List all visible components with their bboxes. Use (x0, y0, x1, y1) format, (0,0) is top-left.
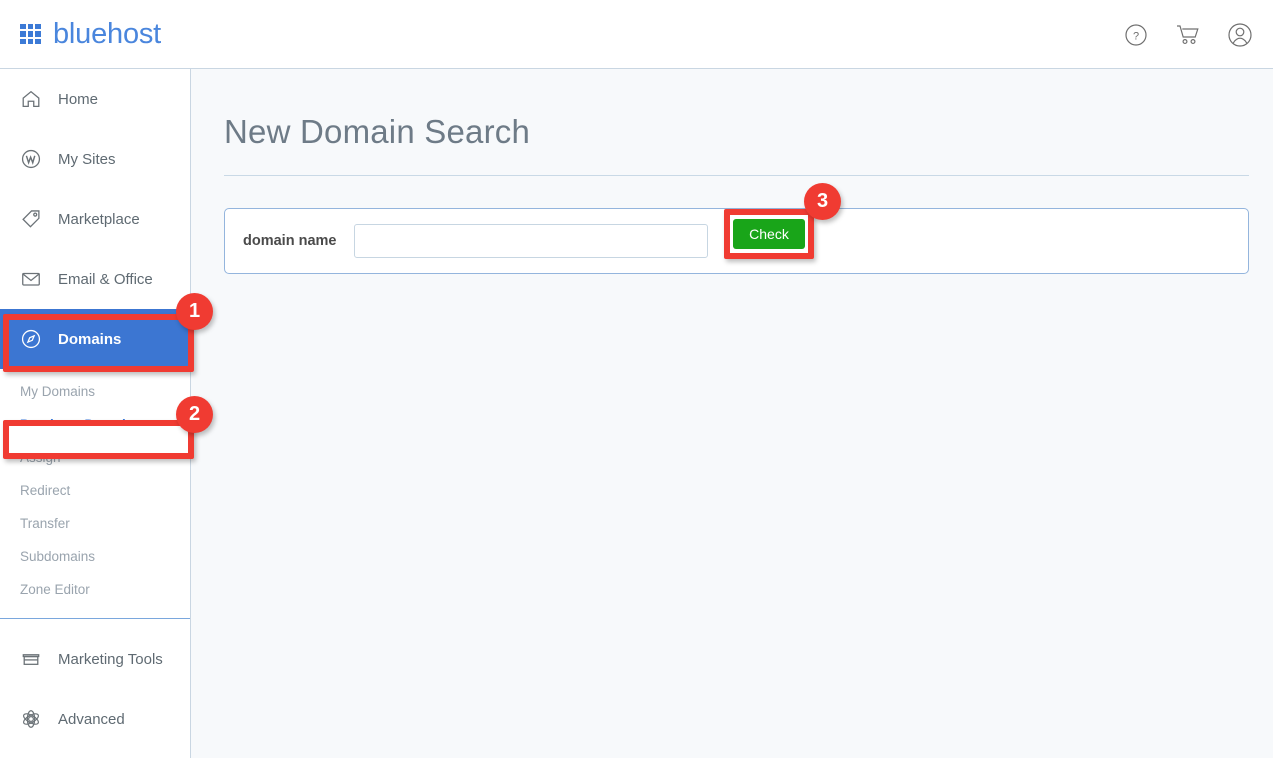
sidebar-item-marketplace[interactable]: Marketplace (0, 189, 190, 249)
envelope-icon (20, 267, 46, 291)
check-button-highlighted[interactable]: Check (733, 219, 805, 249)
sidebar-item-advanced[interactable]: Advanced (0, 689, 190, 749)
brand-name: bluehost (53, 17, 162, 50)
submenu-item-my-domains[interactable]: My Domains (0, 375, 190, 408)
sidebar-item-label: Marketing Tools (58, 650, 163, 668)
sidebar-divider (0, 618, 190, 619)
cart-icon[interactable] (1173, 20, 1203, 50)
title-divider (224, 175, 1249, 176)
sidebar: Home My Sites Marketplace Email & Office… (0, 69, 191, 758)
main-content: New Domain Search domain name Check (191, 69, 1273, 758)
domain-name-label: domain name (243, 233, 337, 249)
submenu-item-label: Zone Editor (20, 582, 90, 597)
sidebar-item-label: Email & Office (58, 270, 153, 288)
sidebar-item-domains[interactable]: Domains (0, 309, 190, 369)
sidebar-item-label: Domains (58, 330, 122, 348)
submenu-item-assign[interactable]: Assign (0, 441, 190, 474)
submenu-item-label: Redirect (20, 483, 71, 498)
svg-text:?: ? (1133, 30, 1139, 42)
compass-icon (20, 327, 46, 351)
submenu-item-label: Subdomains (20, 549, 96, 564)
submenu-item-subdomains[interactable]: Subdomains (0, 540, 190, 573)
page-title: New Domain Search (224, 113, 531, 150)
atom-icon (20, 707, 46, 731)
sidebar-item-label: Home (58, 90, 99, 108)
sidebar-item-label: My Sites (58, 150, 116, 168)
store-icon (20, 647, 46, 671)
home-icon (20, 87, 46, 111)
domain-name-input[interactable] (354, 224, 709, 258)
brand-logo[interactable]: bluehost (20, 18, 161, 51)
domains-submenu: My Domains Purchase Domain Assign Redire… (0, 369, 190, 606)
bluehost-control-panel: bluehost ? Home My Sites Marketplace Ema… (0, 0, 1273, 758)
submenu-item-redirect[interactable]: Redirect (0, 474, 190, 507)
sidebar-item-label: Advanced (58, 710, 125, 728)
wordpress-icon (20, 147, 46, 171)
submenu-item-label: Assign (20, 450, 61, 465)
submenu-item-transfer[interactable]: Transfer (0, 507, 190, 540)
submenu-item-zone-editor[interactable]: Zone Editor (0, 573, 190, 606)
sidebar-item-label: Marketplace (58, 210, 140, 228)
sidebar-item-marketing-tools[interactable]: Marketing Tools (0, 629, 190, 689)
header-icon-group: ? (1121, 0, 1255, 69)
sidebar-item-home[interactable]: Home (0, 69, 190, 129)
submenu-item-label: Transfer (20, 516, 70, 531)
account-icon[interactable] (1225, 20, 1255, 50)
submenu-item-label: My Domains (20, 384, 96, 399)
help-icon[interactable]: ? (1121, 20, 1151, 50)
sidebar-item-email-office[interactable]: Email & Office (0, 249, 190, 309)
tag-icon (20, 207, 46, 231)
grid-logo-icon (20, 23, 41, 45)
submenu-item-purchase-domain[interactable]: Purchase Domain (0, 408, 190, 441)
top-header: bluehost ? (0, 0, 1273, 69)
submenu-item-label: Purchase Domain (20, 417, 135, 432)
sidebar-item-my-sites[interactable]: My Sites (0, 129, 190, 189)
